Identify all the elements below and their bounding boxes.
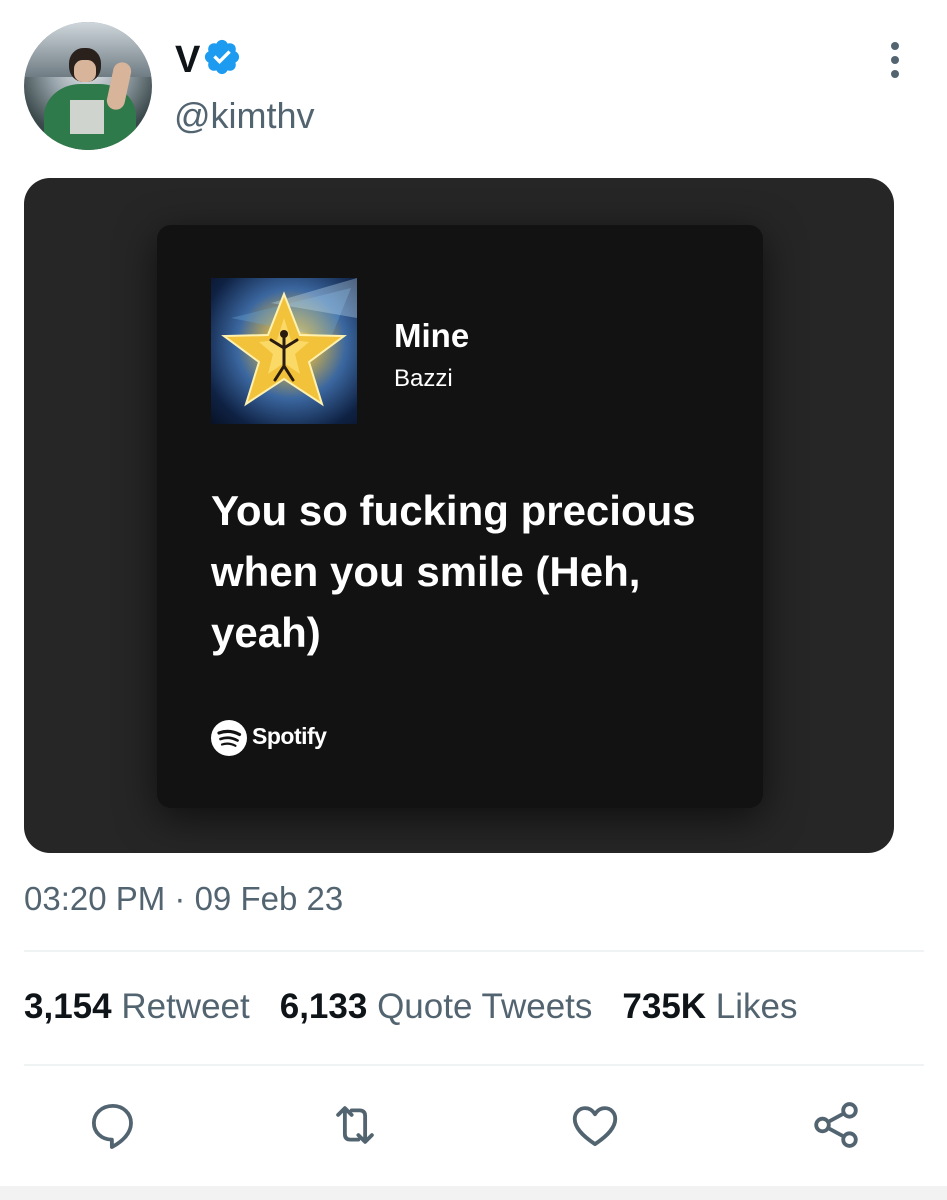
more-options-icon[interactable]: [880, 42, 910, 84]
author-handle[interactable]: @kimthv: [174, 96, 315, 136]
avatar-face: [74, 60, 96, 82]
spotify-wordmark: Spotify: [252, 723, 327, 749]
quotes-stat[interactable]: 6,133 Quote Tweets: [280, 987, 623, 1026]
retweets-stat[interactable]: 3,154 Retweet: [24, 987, 280, 1026]
author-name[interactable]: V: [175, 40, 200, 80]
spotify-lyric-card: Mine Bazzi You so fucking precious when …: [157, 225, 763, 808]
divider: [24, 950, 924, 952]
avatar-shirt-print: [70, 100, 104, 134]
likes-label: Likes: [715, 987, 798, 1026]
retweet-icon[interactable]: [328, 1098, 382, 1152]
reply-icon[interactable]: [86, 1098, 140, 1152]
song-artist: Bazzi: [394, 365, 453, 392]
engagement-stats: 3,154 Retweet 6,133 Quote Tweets 735K Like…: [24, 987, 828, 1027]
avatar[interactable]: [24, 22, 152, 150]
star-artwork-icon: [221, 278, 357, 407]
verified-badge-icon: [204, 39, 240, 75]
bottom-edge: [0, 1186, 947, 1200]
likes-stat[interactable]: 735K Likes: [622, 987, 827, 1026]
like-icon[interactable]: [568, 1098, 622, 1152]
song-title: Mine: [394, 317, 470, 354]
retweets-label: Retweet: [121, 987, 250, 1026]
spotify-logo-icon: [211, 720, 247, 756]
tweet-timestamp[interactable]: 03:20 PM · 09 Feb 23: [24, 880, 343, 918]
divider: [24, 1064, 924, 1066]
quotes-label: Quote Tweets: [377, 987, 593, 1026]
retweets-count: 3,154: [24, 987, 112, 1026]
tweet-media[interactable]: Mine Bazzi You so fucking precious when …: [24, 178, 894, 853]
lyric-text: You so fucking precious when you smile (…: [211, 487, 696, 656]
likes-count: 735K: [622, 987, 707, 1026]
share-icon[interactable]: [809, 1098, 863, 1152]
album-cover: [211, 278, 357, 424]
quotes-count: 6,133: [279, 987, 368, 1026]
